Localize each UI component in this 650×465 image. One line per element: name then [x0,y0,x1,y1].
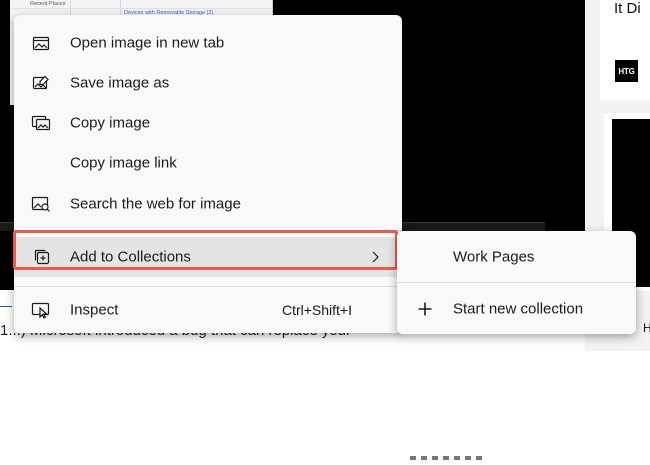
menu-item-label: Search the web for image [70,195,241,213]
submenu-item-start-new-collection[interactable]: Start new collection [397,289,636,329]
menu-item-label: Copy image [70,114,151,132]
right-fragment-text: H [643,321,650,335]
menu-item-search-web-for-image[interactable]: Search the web for image [14,184,402,224]
collections-submenu: Work Pages Start new collection [397,231,636,334]
menu-item-save-image-as[interactable]: Save image as [14,63,402,103]
menu-item-inspect[interactable]: Inspect Ctrl+Shift+I [14,290,402,330]
menu-item-add-to-collections[interactable]: Add to Collections [14,237,402,277]
menu-item-label: Open image in new tab [70,34,225,52]
screenshot-row [10,8,272,9]
submenu-item-label: Work Pages [453,248,535,266]
plus-icon [417,301,433,317]
menu-item-label: Add to Collections [70,248,191,266]
background-link-underline [0,306,12,307]
chevron-right-icon [370,250,380,264]
menu-item-label: Copy image link [70,154,177,172]
context-menu: Open image in new tab Save image as Copy… [14,15,402,333]
recent-places-text: Recent Places [30,1,66,7]
collections-icon [31,247,51,267]
submenu-divider [397,282,636,283]
open-image-icon [31,33,51,53]
search-image-icon [31,194,51,214]
menu-item-label: Inspect [70,301,119,319]
menu-item-label: Save image as [70,74,170,92]
menu-divider [14,286,402,287]
right-snippet-text: It Di [614,0,641,17]
taskbar-icons [410,447,540,460]
inspect-shortcut: Ctrl+Shift+I [281,302,352,318]
copy-image-icon [31,113,51,133]
htg-logo: HTG [615,60,638,82]
save-image-icon [31,73,51,93]
menu-item-copy-image[interactable]: Copy image [14,103,402,143]
menu-divider [14,230,402,231]
submenu-item-label: Start new collection [453,300,584,318]
menu-item-open-image-new-tab[interactable]: Open image in new tab [14,23,402,63]
inspect-icon [31,300,51,320]
menu-item-copy-image-link[interactable]: Copy image link [14,143,402,183]
submenu-item-work-pages[interactable]: Work Pages [397,237,636,277]
